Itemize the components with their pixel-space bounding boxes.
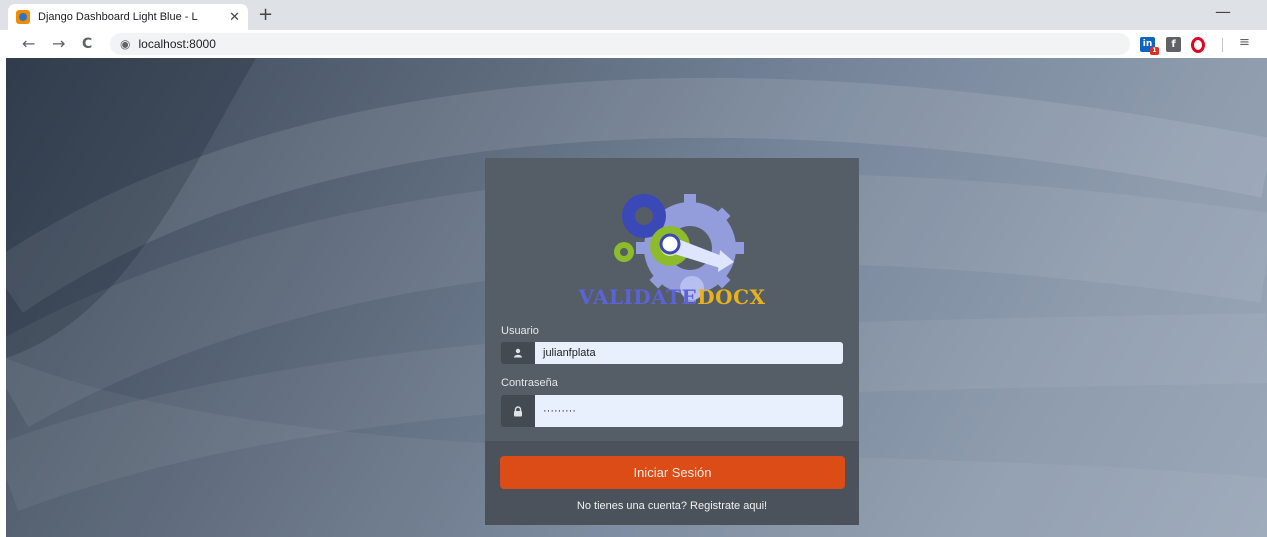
tab-strip: Django Dashboard Light Blue - L ✕ + — bbox=[0, 0, 1267, 30]
back-button[interactable]: ← bbox=[22, 34, 35, 54]
brand-docx: DOCX bbox=[697, 285, 766, 309]
username-field[interactable]: julianfplata bbox=[501, 342, 843, 364]
password-input[interactable]: ········· bbox=[535, 395, 843, 427]
tab-title: Django Dashboard Light Blue - L bbox=[38, 11, 198, 23]
toolbar-divider bbox=[1222, 38, 1223, 52]
brand-logo-text: VALIDATEDOCX bbox=[485, 285, 859, 309]
browser-chrome: Django Dashboard Light Blue - L ✕ + — ← … bbox=[0, 0, 1267, 58]
tab-close-icon[interactable]: ✕ bbox=[229, 10, 240, 25]
browser-tab[interactable]: Django Dashboard Light Blue - L ✕ bbox=[8, 4, 248, 30]
username-input[interactable]: julianfplata bbox=[535, 342, 843, 364]
password-field[interactable]: ········· bbox=[501, 395, 843, 427]
reload-button[interactable]: C bbox=[82, 34, 92, 54]
username-label: Usuario bbox=[501, 325, 539, 337]
favicon-icon bbox=[16, 10, 30, 24]
playlist-menu-icon[interactable]: ≡ bbox=[1239, 35, 1250, 50]
address-bar[interactable]: ◉ localhost:8000 bbox=[110, 33, 1130, 55]
linkedin-extension-icon[interactable]: in 1 bbox=[1140, 37, 1159, 55]
url-text: localhost:8000 bbox=[138, 37, 216, 51]
page-background: VALIDATEDOCX Usuario julianfplata Contra… bbox=[6, 58, 1267, 537]
minimize-button[interactable]: — bbox=[1215, 2, 1231, 21]
opera-extension-icon[interactable] bbox=[1191, 37, 1205, 53]
login-button[interactable]: Iniciar Sesión bbox=[500, 456, 845, 489]
brand-validate: VALIDATE bbox=[578, 285, 698, 309]
linkedin-badge: 1 bbox=[1150, 47, 1159, 55]
forward-button[interactable]: → bbox=[52, 34, 65, 54]
new-tab-button[interactable]: + bbox=[258, 5, 273, 25]
password-label: Contraseña bbox=[501, 377, 558, 389]
login-card: VALIDATEDOCX Usuario julianfplata Contra… bbox=[485, 158, 859, 525]
register-link[interactable]: No tienes una cuenta? Registrate aqui! bbox=[485, 500, 859, 512]
site-info-icon[interactable]: ◉ bbox=[120, 37, 130, 51]
browser-toolbar: ← → C ◉ localhost:8000 in 1 f ≡ bbox=[0, 30, 1267, 58]
card-footer: Iniciar Sesión No tienes una cuenta? Reg… bbox=[485, 441, 859, 525]
user-icon bbox=[501, 342, 535, 364]
facebook-extension-icon[interactable]: f bbox=[1166, 37, 1181, 52]
lock-icon bbox=[501, 395, 535, 427]
